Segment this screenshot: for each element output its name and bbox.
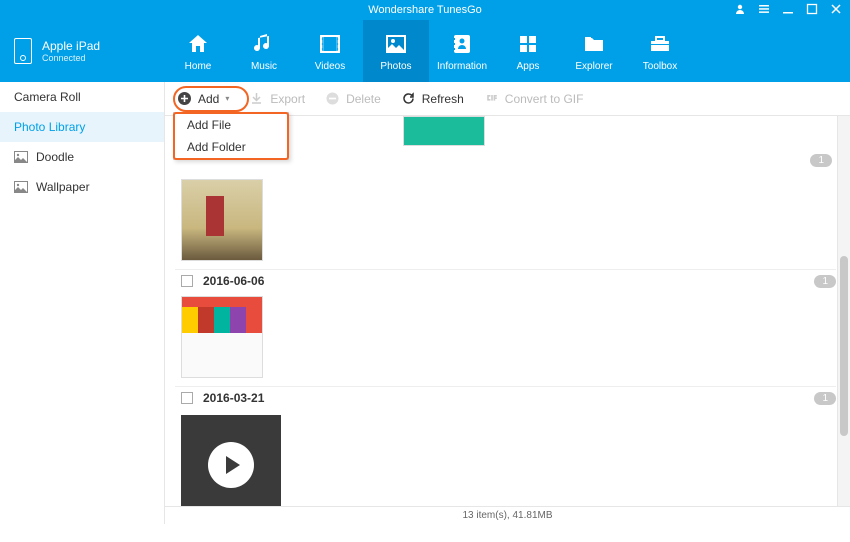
scrollbar[interactable]: [837, 116, 850, 506]
photos-icon: [383, 31, 409, 57]
album-header: 2016-03-21 1: [175, 386, 836, 409]
sidebar: Camera Roll Photo Library Doodle Wallpap…: [0, 82, 165, 524]
export-icon: [249, 91, 264, 106]
count-badge: 1: [814, 275, 836, 288]
nav-home[interactable]: Home: [165, 20, 231, 82]
menu-icon[interactable]: [758, 3, 770, 18]
device-panel[interactable]: Apple iPad Connected: [0, 20, 165, 82]
delete-label: Delete: [346, 92, 381, 106]
refresh-label: Refresh: [422, 92, 464, 106]
add-file-item[interactable]: Add File: [175, 114, 287, 136]
nav-apps[interactable]: Apps: [495, 20, 561, 82]
apps-icon: [515, 31, 541, 57]
nav-explorer[interactable]: Explorer: [561, 20, 627, 82]
sidebar-item-label: Wallpaper: [36, 180, 90, 194]
album-checkbox[interactable]: [181, 275, 193, 287]
nav-toolbox[interactable]: Toolbox: [627, 20, 693, 82]
refresh-button[interactable]: Refresh: [401, 91, 464, 106]
album-checkbox[interactable]: [181, 392, 193, 404]
thumbnail-row: [175, 292, 836, 386]
plus-circle-icon: [177, 91, 192, 106]
app-title: Wondershare TunesGo: [368, 4, 482, 16]
window-controls: [734, 3, 842, 18]
videos-icon: [317, 31, 343, 57]
nav-music[interactable]: Music: [231, 20, 297, 82]
add-label: Add: [198, 92, 219, 106]
sidebar-item-label: Camera Roll: [14, 90, 81, 104]
export-button[interactable]: Export: [249, 91, 305, 106]
delete-icon: [325, 91, 340, 106]
sidebar-item-doodle[interactable]: Doodle: [0, 142, 164, 172]
photo-thumbnail[interactable]: [181, 179, 263, 261]
photo-list: 1 2016-06-06 1 2016-03-21 1: [165, 116, 850, 506]
album-date: 2016-03-21: [203, 391, 264, 405]
information-icon: [449, 31, 475, 57]
album-header: 2016-06-06 1: [175, 269, 836, 292]
thumbnail-row: [175, 415, 836, 506]
titlebar: Wondershare TunesGo: [0, 0, 850, 20]
photo-icon: [14, 151, 28, 163]
main-nav: Home Music Videos Photos Information App…: [165, 20, 850, 82]
play-icon: [208, 442, 254, 488]
add-button[interactable]: Add ▾: [177, 91, 229, 106]
status-text: 13 item(s), 41.81MB: [462, 510, 552, 521]
sidebar-item-photo-library[interactable]: Photo Library: [0, 112, 164, 142]
count-badge: 1: [814, 392, 836, 405]
maximize-icon[interactable]: [806, 3, 818, 18]
add-dropdown: Add File Add Folder: [173, 112, 289, 160]
statusbar: 13 item(s), 41.81MB: [165, 506, 850, 524]
close-icon[interactable]: [830, 3, 842, 18]
sidebar-item-camera-roll[interactable]: Camera Roll: [0, 82, 164, 112]
delete-button[interactable]: Delete: [325, 91, 381, 106]
add-folder-item[interactable]: Add Folder: [175, 136, 287, 158]
nav-photos[interactable]: Photos: [363, 20, 429, 82]
content-area: Add ▾ Export Delete Refresh Convert to G…: [165, 82, 850, 524]
count-badge: 1: [810, 154, 832, 167]
photo-thumbnail[interactable]: [181, 296, 263, 378]
sidebar-item-label: Doodle: [36, 150, 74, 164]
nav-information[interactable]: Information: [429, 20, 495, 82]
header: Apple iPad Connected Home Music Videos P…: [0, 20, 850, 82]
device-name: Apple iPad: [42, 39, 100, 53]
gif-icon: [484, 91, 499, 106]
album-date: 2016-06-06: [203, 274, 264, 288]
nav-videos[interactable]: Videos: [297, 20, 363, 82]
toolbox-icon: [647, 31, 673, 57]
sidebar-item-label: Photo Library: [14, 120, 85, 134]
explorer-icon: [581, 31, 607, 57]
dropdown-arrow-icon: ▾: [225, 94, 229, 103]
scrollbar-thumb[interactable]: [840, 256, 848, 436]
thumbnail-row: [175, 175, 836, 269]
photo-icon: [14, 181, 28, 193]
refresh-icon: [401, 91, 416, 106]
photo-thumbnail[interactable]: [403, 116, 485, 146]
device-status: Connected: [42, 53, 100, 63]
music-icon: [251, 31, 277, 57]
minimize-icon[interactable]: [782, 3, 794, 18]
user-icon[interactable]: [734, 3, 746, 18]
ipad-icon: [14, 38, 32, 64]
gif-label: Convert to GIF: [505, 92, 584, 106]
toolbar: Add ▾ Export Delete Refresh Convert to G…: [165, 82, 850, 116]
sidebar-item-wallpaper[interactable]: Wallpaper: [0, 172, 164, 202]
home-icon: [185, 31, 211, 57]
export-label: Export: [270, 92, 305, 106]
convert-gif-button[interactable]: Convert to GIF: [484, 91, 584, 106]
video-thumbnail[interactable]: [181, 415, 281, 506]
